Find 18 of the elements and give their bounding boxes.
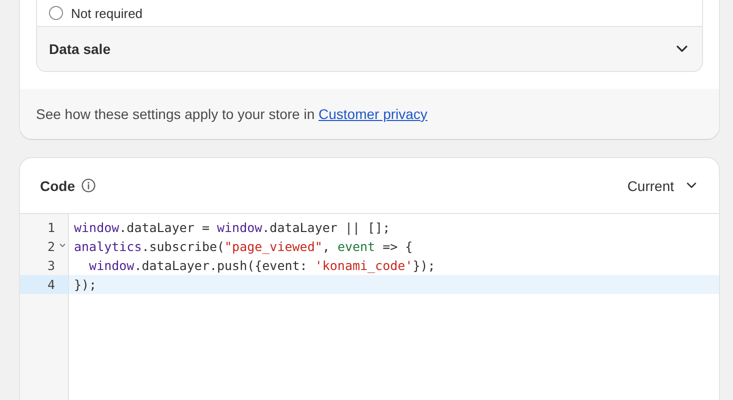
fold-icon[interactable] [59,243,66,248]
chevron-icon [676,45,688,53]
code-line: analytics.subscribe("page_viewed", event => { [73,238,414,256]
radio-button[interactable] [49,6,63,20]
line-number: 4 [47,277,55,292]
option-label: Not required [71,6,143,20]
code-line: window.dataLayer = window.dataLayer || []; [73,219,392,237]
line-number: 3 [47,258,55,273]
chevron-icon [686,182,697,189]
line-number: 1 [47,220,55,235]
version-dropdown[interactable]: Current [627,178,697,194]
card-title: Code [40,178,75,194]
customer-privacy-link[interactable]: Customer privacy [318,106,428,122]
info-icon[interactable] [81,178,96,193]
section-header[interactable]: Data sale [37,27,702,71]
line-number: 2 [47,239,55,254]
code-line: window.dataLayer.push({event: 'konami_code'}); [88,257,436,275]
footer-text: See how these settings apply to your store in Customer privacy [20,89,719,139]
